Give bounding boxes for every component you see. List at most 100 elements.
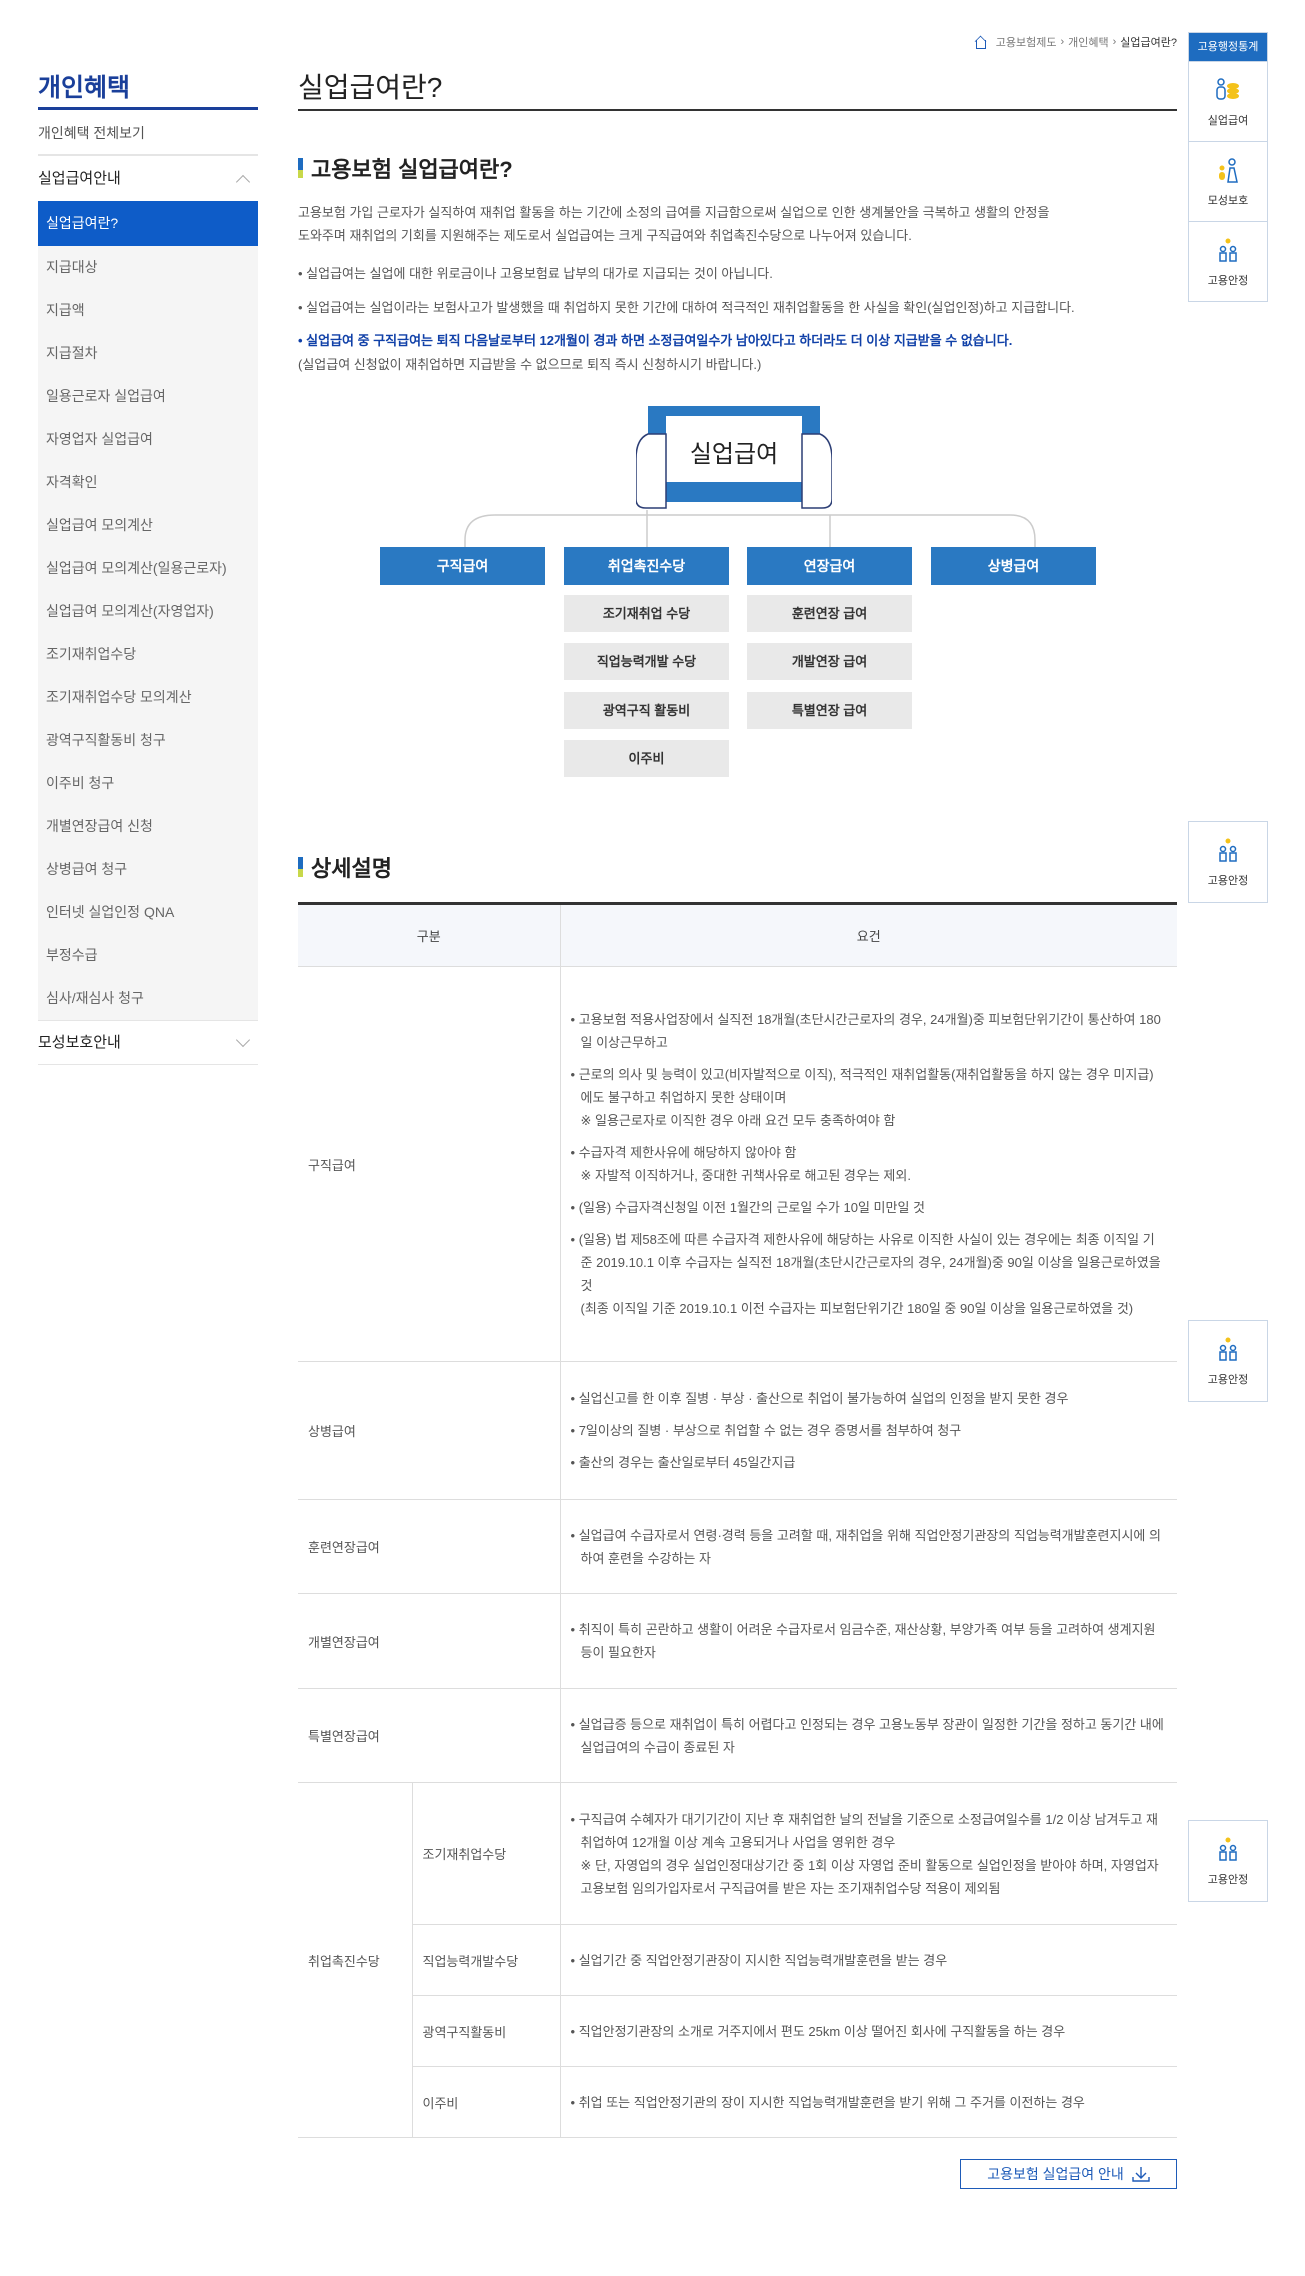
sidebar-group-maternity[interactable]: 모성보호안내	[38, 1020, 258, 1065]
requirement-cell: 실업기간 중 직업안정기관장이 지시한 직업능력개발훈련을 받는 경우	[559, 1924, 1177, 1996]
quick-menu: 고용행정통계 실업급여 모성보호 고용안정	[1188, 32, 1268, 302]
quick-maternity[interactable]: 모성보호	[1189, 141, 1267, 221]
category-sickness: 상병급여	[931, 547, 1096, 585]
quick-unemployment-benefit[interactable]: 실업급여	[1189, 61, 1267, 141]
hands-holding-card-icon: 실업급여	[635, 406, 833, 509]
sidebar-all-link[interactable]: 개인혜택 전체보기	[38, 110, 258, 156]
requirement-cell: 고용보험 적용사업장에서 실직전 18개월(초단시간근로자의 경우, 24개월)…	[559, 966, 1177, 1362]
requirement-cell: 실업급증 등으로 재취업이 특히 어렵다고 인정되는 경우 고용노동부 장관이 …	[559, 1688, 1177, 1783]
sidebar-item[interactable]: 부정수급	[38, 934, 258, 977]
detail-table: 구분 요건 구직급여고용보험 적용사업장에서 실직전 18개월(초단시간근로자의…	[298, 902, 1177, 2138]
sidebar-item[interactable]: 자영업자 실업급여	[38, 418, 258, 461]
intro-bullet: 실업급여는 실업이라는 보험사고가 발생했을 때 취업하지 못한 기간에 대하여…	[298, 297, 1177, 316]
row-label: 구직급여	[298, 966, 561, 1362]
requirement-item: 실업급여 수급자로서 연령·경력 등을 고려할 때, 재취업을 위해 직업안정기…	[571, 1524, 1165, 1570]
requirement-item: 취업 또는 직업안정기관의 장이 지시한 직업능력개발훈련을 받기 위해 그 주…	[571, 2091, 1165, 2114]
mother-child-icon	[1219, 157, 1238, 183]
table-row: 광역구직활동비 직업안정기관장의 소개로 거주지에서 편도 25km 이상 떨어진…	[298, 1995, 1177, 2067]
people-icon	[1219, 838, 1237, 862]
chevron-up-icon	[235, 174, 251, 189]
home-icon[interactable]	[974, 35, 988, 49]
requirement-item: 7일이상의 질병 · 부상으로 취업할 수 없는 경우 증명서를 첨부하여 청구	[571, 1419, 1165, 1442]
intro-paragraph: 고용보험 가입 근로자가 실직하여 재취업 활동을 하는 기간에 소정의 급여를…	[298, 205, 1050, 243]
requirement-item: 취직이 특히 곤란하고 생활이 어려운 수급자로서 임금수준, 재산상황, 부양…	[571, 1618, 1165, 1664]
table-row: 구직급여고용보험 적용사업장에서 실직전 18개월(초단시간근로자의 경우, 2…	[298, 966, 1177, 1362]
category-job-seeking: 구직급여	[380, 547, 545, 585]
requirement-item: (일용) 수급자격신청일 이전 1월간의 근로일 수가 10일 미만일 것	[571, 1196, 1165, 1219]
table-row: 이주비 취업 또는 직업안정기관의 장이 지시한 직업능력개발훈련을 받기 위해 …	[298, 2066, 1177, 2138]
page-title: 실업급여란?	[298, 66, 1177, 111]
notice-text: 실업급여 중 구직급여는 퇴직 다음날로부터 12개월이 경과 하면 소정급여일…	[298, 330, 1177, 349]
breadcrumb-item[interactable]: 개인혜택	[1068, 34, 1108, 50]
floating-quick-button[interactable]: 고용안정	[1188, 1320, 1268, 1402]
requirement-item: 근로의 의사 및 능력이 있고(비자발적으로 이직), 적극적인 재취업활동(재…	[571, 1063, 1165, 1132]
sidebar-item[interactable]: 조기재취업수당 모의계산	[38, 676, 258, 719]
heading-bar-icon	[298, 857, 303, 877]
breadcrumb: 고용보험제도 › 개인혜택 › 실업급여란?	[974, 34, 1177, 50]
subcategory: 훈련연장 급여	[747, 595, 912, 632]
section-heading-detail: 상세설명	[298, 851, 1177, 883]
requirement-cell: 취직이 특히 곤란하고 생활이 어려운 수급자로서 임금수준, 재산상황, 부양…	[559, 1593, 1177, 1689]
sidebar-item[interactable]: 실업급여 모의계산	[38, 504, 258, 547]
people-icon	[1219, 1837, 1237, 1861]
row-label: 훈련연장급여	[298, 1499, 561, 1594]
sidebar-item[interactable]: 광역구직활동비 청구	[38, 719, 258, 762]
sidebar-item[interactable]: 개별연장급여 신청	[38, 805, 258, 848]
column-header: 요건	[559, 902, 1177, 967]
quick-menu-title[interactable]: 고용행정통계	[1189, 33, 1267, 61]
requirement-item: 직업안정기관장의 소개로 거주지에서 편도 25km 이상 떨어진 회사에 구직…	[571, 2020, 1165, 2043]
sidebar-item[interactable]: 실업급여란?	[38, 201, 258, 246]
sub-row-label: 조기재취업수당	[411, 1782, 561, 1925]
requirement-item: 실업기간 중 직업안정기관장이 지시한 직업능력개발훈련을 받는 경우	[571, 1949, 1165, 1972]
floating-quick-button[interactable]: 고용안정	[1188, 821, 1268, 903]
download-guide-button[interactable]: 고용보험 실업급여 안내	[960, 2159, 1177, 2189]
sidebar-item[interactable]: 지급절차	[38, 332, 258, 375]
sidebar-item[interactable]: 자격확인	[38, 461, 258, 504]
people-icon	[1219, 238, 1237, 262]
sidebar: 개인혜택 개인혜택 전체보기 실업급여안내 실업급여란? 지급대상 지급액 지급절차 일…	[38, 68, 258, 1065]
subcategory: 조기재취업 수당	[564, 595, 729, 632]
sidebar-item[interactable]: 조기재취업수당	[38, 633, 258, 676]
breadcrumb-item[interactable]: 고용보험제도	[996, 34, 1057, 50]
requirement-cell: 취업 또는 직업안정기관의 장이 지시한 직업능력개발훈련을 받기 위해 그 주…	[559, 2066, 1177, 2138]
sidebar-item[interactable]: 인터넷 실업인정 QNA	[38, 891, 258, 934]
table-row: 상병급여 실업신고를 한 이후 질병 · 부상 · 출산으로 취업이 불가능하여 …	[298, 1361, 1177, 1500]
sidebar-item[interactable]: 실업급여 모의계산(일용근로자)	[38, 547, 258, 590]
subcategory: 이주비	[564, 740, 729, 777]
coins-person-icon	[1216, 77, 1239, 100]
sidebar-group-unemployment[interactable]: 실업급여안내	[38, 156, 258, 201]
sidebar-item[interactable]: 지급액	[38, 289, 258, 332]
sidebar-item[interactable]: 실업급여 모의계산(자영업자)	[38, 590, 258, 633]
requirement-cell: 구직급여 수혜자가 대기기간이 지난 후 재취업한 날의 전날을 기준으로 소정…	[559, 1782, 1177, 1925]
detail-table-wrap: 구분 요건 구직급여고용보험 적용사업장에서 실직전 18개월(초단시간근로자의…	[298, 902, 1177, 2138]
requirement-item: (일용) 법 제58조에 따른 수급자격 제한사유에 해당하는 사유로 이직한 …	[571, 1228, 1165, 1320]
quick-employment-stability[interactable]: 고용안정	[1189, 221, 1267, 301]
chevron-down-icon	[235, 1032, 251, 1047]
table-row: 직업능력개발수당 실업기간 중 직업안정기관장이 지시한 직업능력개발훈련을 받는…	[298, 1924, 1177, 1996]
people-icon	[1219, 1337, 1237, 1361]
row-label: 특별연장급여	[298, 1688, 561, 1783]
sidebar-item[interactable]: 이주비 청구	[38, 762, 258, 805]
requirement-item: 구직급여 수혜자가 대기기간이 지난 후 재취업한 날의 전날을 기준으로 소정…	[571, 1808, 1165, 1900]
sidebar-item[interactable]: 심사/재심사 청구	[38, 977, 258, 1020]
table-row: 특별연장급여실업급증 등으로 재취업이 특히 어렵다고 인정되는 경우 고용노동…	[298, 1688, 1177, 1783]
row-label: 상병급여	[298, 1361, 561, 1500]
subcategory: 개발연장 급여	[747, 643, 912, 680]
requirement-item: 수급자격 제한사유에 해당하지 않아야 함※ 자발적 이직하거나, 중대한 귀책…	[571, 1141, 1165, 1187]
section-heading-intro: 고용보험 실업급여란?	[298, 152, 1177, 184]
requirement-cell: 실업신고를 한 이후 질병 · 부상 · 출산으로 취업이 불가능하여 실업의 …	[559, 1361, 1177, 1500]
table-row: 개별연장급여취직이 특히 곤란하고 생활이 어려운 수급자로서 임금수준, 재산…	[298, 1593, 1177, 1689]
sidebar-item[interactable]: 일용근로자 실업급여	[38, 375, 258, 418]
floating-quick-button[interactable]: 고용안정	[1188, 1820, 1268, 1902]
emblem-label: 실업급여	[690, 440, 778, 468]
subcategory: 특별연장 급여	[747, 692, 912, 729]
sub-row-label: 광역구직활동비	[411, 1995, 561, 2067]
sidebar-item[interactable]: 상병급여 청구	[38, 848, 258, 891]
category-extension: 연장급여	[747, 547, 912, 585]
table-row: 취업촉진수당조기재취업수당구직급여 수혜자가 대기기간이 지난 후 재취업한 날…	[298, 1782, 1177, 2138]
sidebar-item[interactable]: 지급대상	[38, 246, 258, 289]
requirement-item: 출산의 경우는 출산일로부터 45일간지급	[571, 1451, 1165, 1474]
intro-bullet: 실업급여는 실업에 대한 위로금이나 고용보험료 납부의 대가로 지급되는 것이…	[298, 263, 1177, 282]
category-promotion: 취업촉진수당	[564, 547, 729, 585]
row-label: 취업촉진수당	[298, 1782, 412, 2138]
